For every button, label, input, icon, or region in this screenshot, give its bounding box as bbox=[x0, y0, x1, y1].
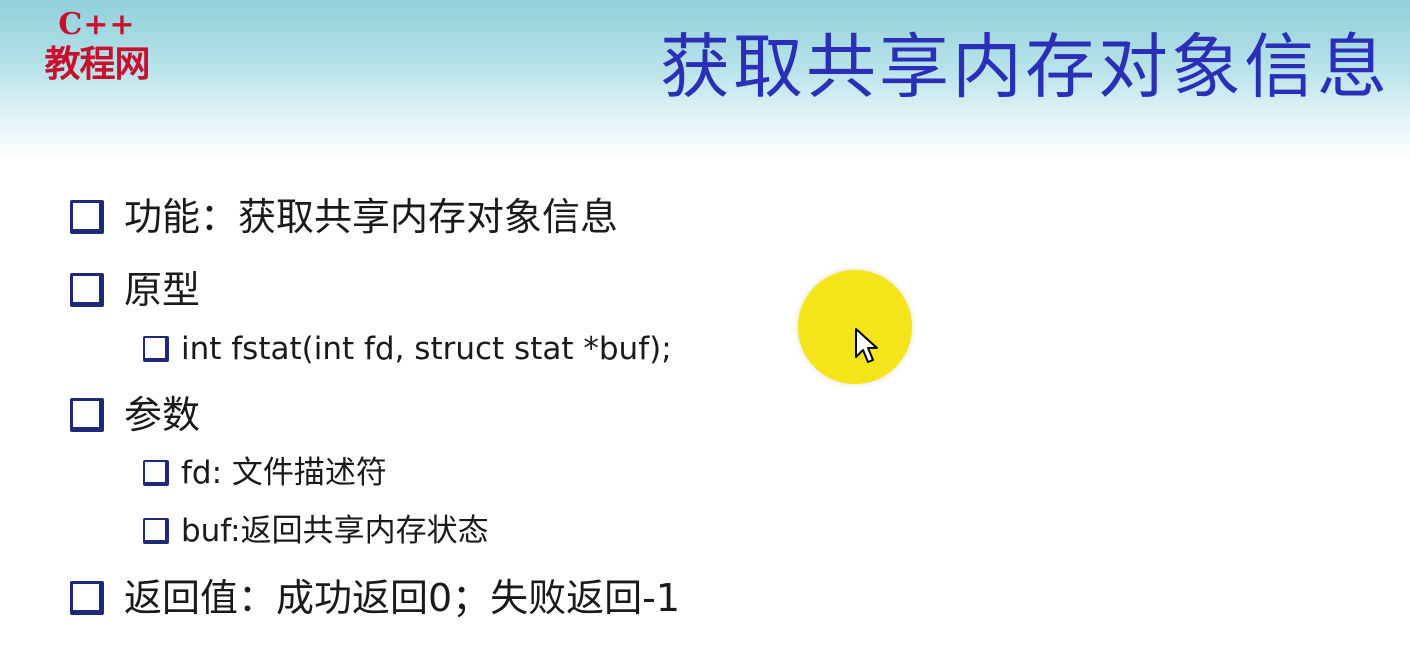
sub-item-param-fd: fd: 文件描述符 bbox=[143, 452, 387, 494]
logo-cpp-text: C++ bbox=[58, 7, 136, 42]
sub-item-prototype-signature: int fstat(int fd, struct stat *buf); bbox=[143, 328, 672, 370]
slide: C++ 教程网 获取共享内存对象信息 功能：获取共享内存对象信息 原型 int … bbox=[0, 0, 1410, 645]
bullet-item-parameters: 参数 bbox=[70, 390, 200, 440]
sub-item-text: fd: 文件描述符 bbox=[181, 455, 387, 491]
bullet-item-text: 返回值：成功返回0；失败返回-1 bbox=[124, 576, 681, 620]
hollow-square-bullet-icon bbox=[70, 398, 104, 432]
slide-title: 获取共享内存对象信息 bbox=[660, 26, 1390, 108]
hollow-square-bullet-icon bbox=[70, 581, 104, 615]
bullet-item-text: 功能：获取共享内存对象信息 bbox=[124, 195, 619, 239]
sub-item-text: buf:返回共享内存状态 bbox=[181, 513, 489, 549]
sub-item-text: int fstat(int fd, struct stat *buf); bbox=[181, 331, 672, 367]
bullet-item-text: 参数 bbox=[124, 393, 201, 437]
bullet-item-function: 功能：获取共享内存对象信息 bbox=[70, 192, 618, 242]
hollow-square-bullet-icon bbox=[143, 460, 169, 486]
hollow-square-bullet-icon bbox=[70, 200, 104, 234]
hollow-square-bullet-icon bbox=[70, 273, 104, 307]
logo: C++ 教程网 bbox=[22, 8, 172, 103]
bullet-item-return-value: 返回值：成功返回0；失败返回-1 bbox=[70, 573, 680, 623]
bullet-item-text: 原型 bbox=[124, 268, 201, 312]
mouse-pointer-icon bbox=[855, 328, 878, 363]
sub-item-param-buf: buf:返回共享内存状态 bbox=[143, 510, 489, 552]
hollow-square-bullet-icon bbox=[143, 518, 169, 544]
hollow-square-bullet-icon bbox=[143, 336, 169, 362]
logo-site-text: 教程网 bbox=[44, 44, 150, 85]
bullet-item-prototype: 原型 bbox=[70, 265, 200, 315]
